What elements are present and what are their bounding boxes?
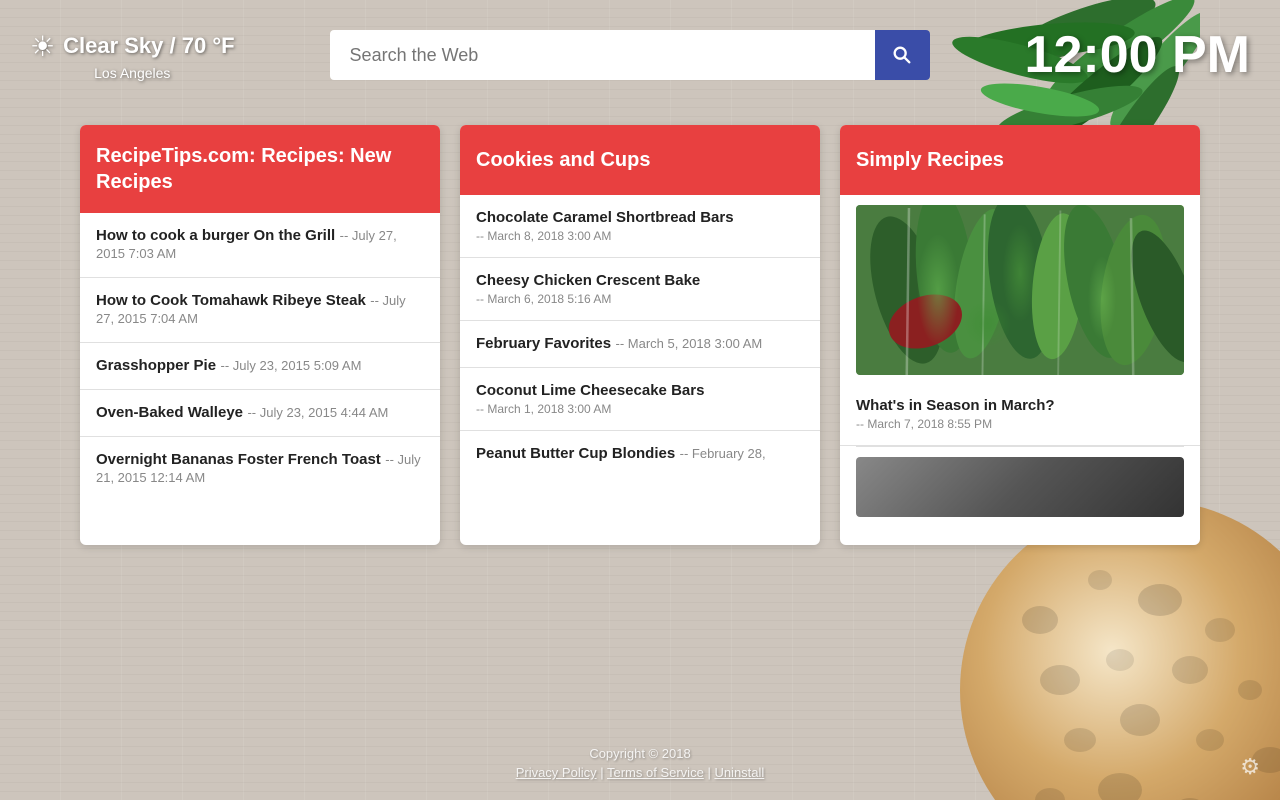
card-cookiesandcups-title: Cookies and Cups: [476, 147, 650, 173]
card-recipetips-title: RecipeTips.com: Recipes: New Recipes: [96, 143, 424, 195]
header: ☀ Clear Sky / 70 °F Los Angeles 12:00 PM: [0, 0, 1280, 110]
weather-widget: ☀ Clear Sky / 70 °F Los Angeles: [30, 30, 235, 81]
main-content: RecipeTips.com: Recipes: New Recipes How…: [0, 125, 1280, 545]
list-item[interactable]: Chocolate Caramel Shortbread Bars -- Mar…: [460, 195, 820, 258]
list-item[interactable]: Peanut Butter Cup Blondies -- February 2…: [460, 431, 820, 477]
recipe-date: -- March 8, 2018 3:00 AM: [476, 229, 804, 243]
card-recipetips: RecipeTips.com: Recipes: New Recipes How…: [80, 125, 440, 545]
terms-of-service-link[interactable]: Terms of Service: [607, 765, 704, 780]
card-cookiesandcups-body: Chocolate Caramel Shortbread Bars -- Mar…: [460, 195, 820, 477]
recipe-date: -- February 28,: [680, 446, 766, 461]
recipe-title: Peanut Butter Cup Blondies: [476, 445, 675, 462]
recipe-title: Grasshopper Pie: [96, 357, 216, 374]
card-simplyrecipes-title: Simply Recipes: [856, 147, 1004, 173]
recipe-date: -- March 6, 2018 5:16 AM: [476, 292, 804, 306]
card-cookiesandcups-header: Cookies and Cups: [460, 125, 820, 195]
recipe-title: Coconut Lime Cheesecake Bars: [476, 382, 704, 399]
list-item[interactable]: How to Cook Tomahawk Ribeye Steak -- Jul…: [80, 278, 440, 343]
card-simplyrecipes: Simply Recipes: [840, 125, 1200, 545]
recipe-image-2: [856, 457, 1184, 517]
footer-separator-1: |: [600, 765, 607, 780]
card-recipetips-body: How to cook a burger On the Grill -- Jul…: [80, 213, 440, 501]
card-simplyrecipes-body: What's in Season in March? -- March 7, 2…: [840, 195, 1200, 527]
recipe-title: Oven-Baked Walleye: [96, 404, 243, 421]
list-item[interactable]: Grasshopper Pie -- July 23, 2015 5:09 AM: [80, 343, 440, 390]
list-item[interactable]: What's in Season in March? -- March 7, 2…: [840, 383, 1200, 446]
clock: 12:00 PM: [1025, 25, 1250, 85]
list-item[interactable]: Overnight Bananas Foster French Toast --…: [80, 437, 440, 501]
card-cookiesandcups: Cookies and Cups Chocolate Caramel Short…: [460, 125, 820, 545]
search-button[interactable]: [875, 30, 930, 80]
list-item[interactable]: Coconut Lime Cheesecake Bars -- March 1,…: [460, 368, 820, 431]
recipe-date: -- March 5, 2018 3:00 AM: [616, 336, 763, 351]
recipe-title: How to cook a burger On the Grill: [96, 227, 335, 244]
sun-icon: ☀: [30, 30, 55, 63]
recipe-title: Cheesy Chicken Crescent Bake: [476, 272, 700, 289]
recipe-title: Overnight Bananas Foster French Toast: [96, 451, 381, 468]
search-container: [330, 30, 930, 80]
uninstall-link[interactable]: Uninstall: [714, 765, 764, 780]
list-item[interactable]: Cheesy Chicken Crescent Bake -- March 6,…: [460, 258, 820, 321]
settings-icon[interactable]: ⚙: [1240, 754, 1260, 780]
recipe-date: -- July 23, 2015 5:09 AM: [221, 358, 362, 373]
list-item[interactable]: Oven-Baked Walleye -- July 23, 2015 4:44…: [80, 390, 440, 437]
recipe-title: What's in Season in March?: [856, 397, 1055, 414]
card-simplyrecipes-header: Simply Recipes: [840, 125, 1200, 195]
recipe-image: [856, 205, 1184, 375]
search-icon: [891, 44, 913, 66]
recipe-image-container: [840, 195, 1200, 383]
recipe-date: -- July 23, 2015 4:44 AM: [247, 405, 388, 420]
list-item[interactable]: February Favorites -- March 5, 2018 3:00…: [460, 321, 820, 368]
weather-city: Los Angeles: [94, 65, 170, 81]
privacy-policy-link[interactable]: Privacy Policy: [516, 765, 597, 780]
recipe-title: Chocolate Caramel Shortbread Bars: [476, 209, 734, 226]
recipe-title: How to Cook Tomahawk Ribeye Steak: [96, 292, 366, 309]
greens-image: [856, 205, 1184, 375]
footer: Copyright © 2018 Privacy Policy | Terms …: [0, 746, 1280, 780]
recipe-date: -- March 1, 2018 3:00 AM: [476, 402, 804, 416]
weather-temperature: Clear Sky / 70 °F: [63, 33, 234, 59]
search-input[interactable]: [330, 30, 875, 80]
recipe-title: February Favorites: [476, 335, 611, 352]
list-item[interactable]: How to cook a burger On the Grill -- Jul…: [80, 213, 440, 278]
footer-copyright: Copyright © 2018: [0, 746, 1280, 761]
footer-links: Privacy Policy | Terms of Service | Unin…: [0, 765, 1280, 780]
card-recipetips-header: RecipeTips.com: Recipes: New Recipes: [80, 125, 440, 213]
recipe-date: -- March 7, 2018 8:55 PM: [856, 417, 1184, 431]
